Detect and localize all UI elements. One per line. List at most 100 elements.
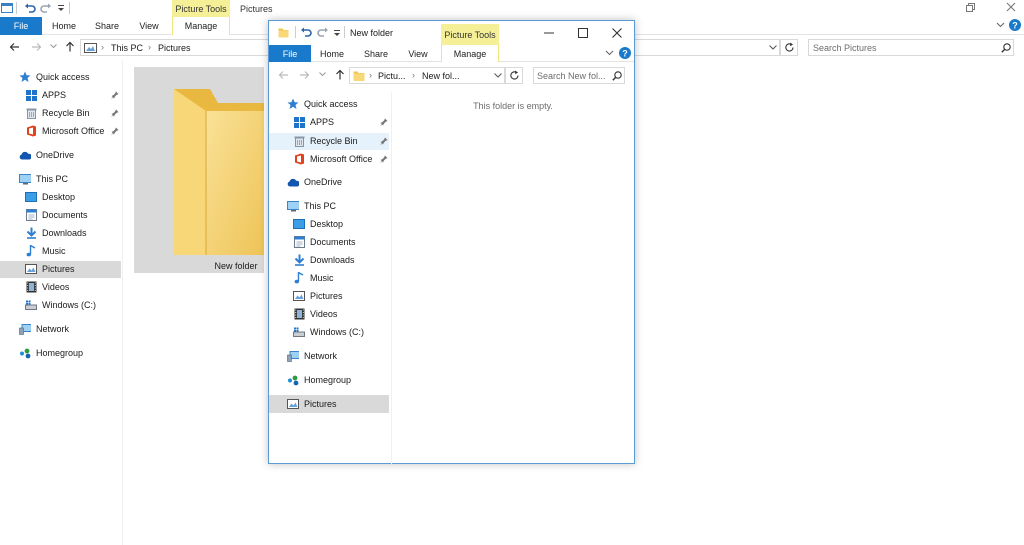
ribbon-expand-chevron-icon[interactable] bbox=[996, 22, 1005, 28]
tab-share[interactable]: Share bbox=[355, 45, 397, 62]
nav-music[interactable]: Music bbox=[293, 269, 334, 287]
pin-icon[interactable] bbox=[111, 127, 119, 135]
nav-pictures[interactable]: Pictures bbox=[25, 260, 75, 278]
nav-pictures[interactable]: Pictures bbox=[293, 287, 343, 305]
breadcrumb-pictures[interactable]: Pictu... bbox=[378, 71, 406, 81]
maximize-button[interactable] bbox=[566, 21, 600, 45]
undo-icon[interactable] bbox=[24, 3, 36, 14]
forward-arrow-icon[interactable] bbox=[299, 70, 310, 80]
back-arrow-icon[interactable] bbox=[278, 70, 289, 80]
nav-homegroup[interactable]: Homegroup bbox=[287, 371, 351, 389]
tab-view[interactable]: View bbox=[397, 45, 439, 62]
restore-icon[interactable] bbox=[966, 3, 976, 13]
nav-onedrive[interactable]: OneDrive bbox=[287, 173, 342, 191]
nav-apps[interactable]: APPS bbox=[293, 113, 334, 131]
nav-homegroup[interactable]: Homegroup bbox=[19, 344, 83, 362]
nav-label: This PC bbox=[304, 201, 337, 211]
nav-label: Pictures bbox=[310, 291, 343, 301]
redo-icon[interactable] bbox=[317, 27, 329, 38]
nav-microsoft-office[interactable]: Microsoft Office bbox=[25, 122, 104, 140]
cloud-icon bbox=[287, 176, 299, 188]
customize-qat-icon[interactable] bbox=[57, 4, 65, 12]
help-icon[interactable]: ? bbox=[1009, 19, 1021, 31]
close-icon[interactable] bbox=[1006, 2, 1016, 12]
nav-recycle-bin[interactable]: Recycle Bin bbox=[25, 104, 90, 122]
tab-manage[interactable]: Manage bbox=[441, 45, 499, 62]
front-search-input[interactable]: Search New fol... bbox=[533, 67, 625, 84]
nav-documents[interactable]: Documents bbox=[25, 206, 88, 224]
folder-tile-new-folder[interactable]: New folder bbox=[134, 67, 264, 273]
large-folder-icon bbox=[172, 87, 264, 257]
tab-home[interactable]: Home bbox=[42, 17, 86, 35]
nav-quick-access[interactable]: Quick access bbox=[287, 95, 358, 113]
minimize-button[interactable] bbox=[532, 21, 566, 45]
refresh-button[interactable] bbox=[780, 39, 798, 56]
forward-arrow-icon[interactable] bbox=[31, 42, 42, 52]
nav-apps[interactable]: APPS bbox=[25, 86, 66, 104]
address-dropdown-chevron-icon[interactable] bbox=[494, 73, 502, 78]
breadcrumb-pictures[interactable]: Pictures bbox=[158, 43, 191, 53]
breadcrumb-new-folder[interactable]: New fol... bbox=[422, 71, 460, 81]
front-explorer-window: New folder Picture Tools File Home Share… bbox=[268, 20, 635, 464]
ribbon-expand-chevron-icon[interactable] bbox=[605, 50, 614, 56]
tab-home[interactable]: Home bbox=[311, 45, 353, 62]
pin-icon[interactable] bbox=[380, 137, 388, 145]
nav-network[interactable]: Network bbox=[19, 320, 69, 338]
pin-icon[interactable] bbox=[111, 109, 119, 117]
tab-share[interactable]: Share bbox=[86, 17, 128, 35]
up-arrow-icon[interactable] bbox=[65, 41, 75, 52]
up-arrow-icon[interactable] bbox=[335, 69, 345, 80]
pin-icon[interactable] bbox=[380, 155, 388, 163]
tab-view[interactable]: View bbox=[128, 17, 170, 35]
recent-locations-chevron-icon[interactable] bbox=[50, 44, 57, 49]
nav-windows-c[interactable]: Windows (C:) bbox=[25, 296, 96, 314]
nav-label: Downloads bbox=[310, 255, 355, 265]
nav-windows-c[interactable]: Windows (C:) bbox=[293, 323, 364, 341]
minimize-icon bbox=[544, 32, 554, 34]
nav-label: Documents bbox=[310, 237, 356, 247]
qat-separator bbox=[295, 26, 296, 38]
nav-quick-access[interactable]: Quick access bbox=[19, 68, 90, 86]
nav-pictures-library[interactable]: Pictures bbox=[287, 395, 337, 413]
nav-microsoft-office[interactable]: Microsoft Office bbox=[293, 150, 372, 168]
nav-downloads[interactable]: Downloads bbox=[293, 251, 355, 269]
computer-icon bbox=[287, 200, 299, 212]
undo-icon[interactable] bbox=[300, 27, 312, 38]
nav-videos[interactable]: Videos bbox=[25, 278, 69, 296]
office-icon bbox=[293, 153, 305, 165]
nav-downloads[interactable]: Downloads bbox=[25, 224, 87, 242]
breadcrumb-separator-icon: › bbox=[101, 42, 104, 52]
back-search-input[interactable]: Search Pictures bbox=[808, 39, 1014, 56]
back-window-title: Pictures bbox=[240, 4, 273, 14]
nav-desktop[interactable]: Desktop bbox=[293, 215, 343, 233]
breadcrumb-this-pc[interactable]: This PC bbox=[111, 43, 143, 53]
nav-onedrive[interactable]: OneDrive bbox=[19, 146, 74, 164]
pin-icon[interactable] bbox=[380, 118, 388, 126]
pin-icon[interactable] bbox=[111, 91, 119, 99]
nav-desktop[interactable]: Desktop bbox=[25, 188, 75, 206]
redo-icon[interactable] bbox=[40, 3, 52, 14]
close-button[interactable] bbox=[600, 21, 634, 45]
tab-manage[interactable]: Manage bbox=[172, 17, 230, 35]
empty-folder-message: This folder is empty. bbox=[473, 101, 553, 111]
tab-file[interactable]: File bbox=[269, 45, 311, 62]
maximize-icon bbox=[578, 28, 588, 38]
customize-qat-icon[interactable] bbox=[333, 29, 341, 37]
nav-label: Pictures bbox=[304, 399, 337, 409]
nav-documents[interactable]: Documents bbox=[293, 233, 356, 251]
nav-music[interactable]: Music bbox=[25, 242, 66, 260]
nav-videos[interactable]: Videos bbox=[293, 305, 337, 323]
help-icon[interactable]: ? bbox=[619, 47, 631, 59]
front-address-bar[interactable]: › Pictu... › New fol... bbox=[349, 67, 505, 84]
recent-locations-chevron-icon[interactable] bbox=[319, 72, 326, 77]
nav-label: Music bbox=[310, 273, 334, 283]
tab-file[interactable]: File bbox=[0, 17, 42, 35]
back-arrow-icon[interactable] bbox=[9, 42, 20, 52]
nav-label: Pictures bbox=[42, 264, 75, 274]
nav-network[interactable]: Network bbox=[287, 347, 337, 365]
nav-this-pc[interactable]: This PC bbox=[19, 170, 68, 188]
nav-recycle-bin[interactable]: Recycle Bin bbox=[293, 132, 358, 150]
refresh-button[interactable] bbox=[505, 67, 523, 84]
nav-this-pc[interactable]: This PC bbox=[287, 197, 336, 215]
address-dropdown-chevron-icon[interactable] bbox=[769, 45, 777, 50]
